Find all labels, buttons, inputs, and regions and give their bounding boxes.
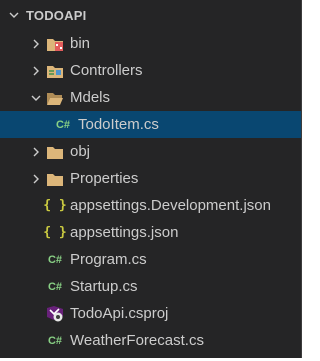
tree-item-appsettings-development-json[interactable]: { } appsettings.Development.json — [0, 192, 301, 219]
controllers-folder-icon — [44, 62, 66, 80]
csharp-icon: C# — [44, 251, 66, 269]
csharp-icon: C# — [44, 332, 66, 350]
tree-item-program-cs[interactable]: C# Program.cs — [0, 246, 301, 273]
tree-item-label: TodoItem.cs — [78, 116, 159, 133]
tree-item-label: appsettings.Development.json — [70, 197, 271, 214]
json-icon: { } — [43, 197, 67, 215]
tree-item-weatherforecast-cs[interactable]: C# WeatherForecast.cs — [0, 327, 301, 354]
tree-item-controllers[interactable]: Controllers — [0, 57, 301, 84]
tree-item-bin[interactable]: bin — [0, 30, 301, 57]
csharp-icon: C# — [52, 116, 74, 134]
chevron-right-icon[interactable] — [28, 63, 44, 79]
chevron-right-icon[interactable] — [28, 144, 44, 160]
tree-item-label: obj — [70, 143, 91, 160]
tree-item-label: WeatherForecast.cs — [70, 332, 204, 349]
chevron-down-icon[interactable] — [6, 7, 22, 23]
csharp-icon-text: C# — [47, 334, 63, 347]
explorer-section-header[interactable]: TODOAPI — [0, 0, 301, 30]
csharp-icon-text: C# — [47, 253, 63, 266]
tree-item-todoitem-cs[interactable]: C# TodoItem.cs — [0, 111, 301, 138]
json-icon: { } — [43, 224, 67, 242]
json-icon-text: { } — [43, 225, 67, 240]
tree-item-label: Properties — [70, 170, 139, 187]
bin-folder-icon — [44, 35, 66, 53]
tree-item-label: Startup.cs — [70, 278, 138, 295]
tree-item-label: bin — [70, 35, 91, 52]
csharp-icon-text: C# — [47, 280, 63, 293]
tree-item-mdels[interactable]: Mdels — [0, 84, 301, 111]
chevron-right-icon[interactable] — [28, 36, 44, 52]
chevron-right-icon[interactable] — [28, 171, 44, 187]
tree-item-label: Mdels — [70, 89, 111, 106]
tree-item-appsettings-json[interactable]: { } appsettings.json — [0, 219, 301, 246]
open-folder-icon — [44, 89, 66, 107]
tree-item-obj[interactable]: obj — [0, 138, 301, 165]
csharp-icon-text: C# — [55, 118, 71, 131]
csharp-icon: C# — [44, 278, 66, 296]
tree-item-todoapi-csproj[interactable]: TodoApi.csproj — [0, 300, 301, 327]
tree-item-label: TodoApi.csproj — [70, 305, 169, 322]
chevron-down-icon[interactable] — [28, 90, 44, 106]
tree-item-label: Controllers — [70, 62, 143, 79]
tree-item-label: appsettings.json — [70, 224, 179, 241]
explorer-panel: TODOAPI bin Controllers Mdels C# TodoIte… — [0, 0, 302, 358]
tree-item-label: Program.cs — [70, 251, 147, 268]
tree-item-startup-cs[interactable]: C# Startup.cs — [0, 273, 301, 300]
folder-icon — [44, 170, 66, 188]
csproj-icon — [44, 305, 66, 323]
tree-item-properties[interactable]: Properties — [0, 165, 301, 192]
folder-icon — [44, 143, 66, 161]
json-icon-text: { } — [43, 198, 67, 213]
explorer-title: TODOAPI — [26, 7, 87, 23]
